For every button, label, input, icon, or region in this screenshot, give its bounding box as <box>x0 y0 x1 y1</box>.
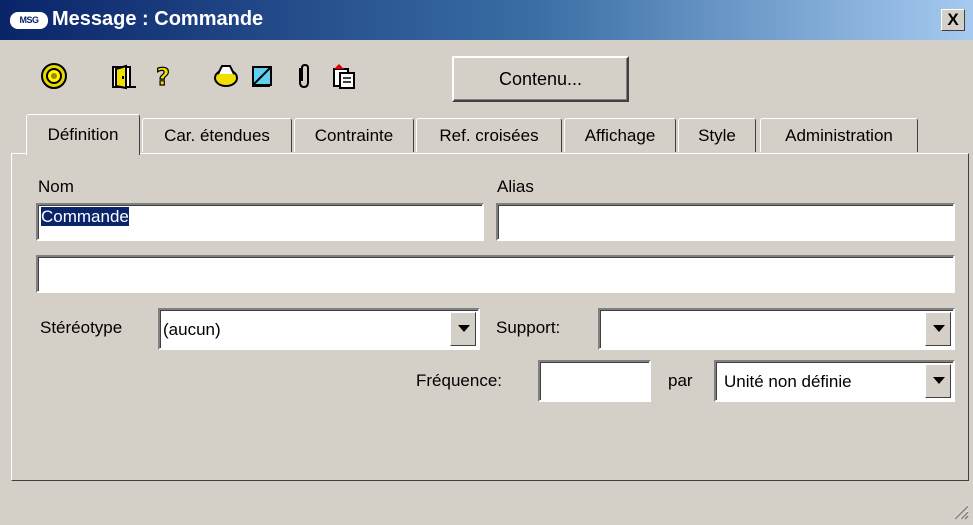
description-field[interactable] <box>36 255 955 293</box>
notes-icon[interactable] <box>248 62 276 90</box>
chevron-down-icon[interactable] <box>450 312 476 346</box>
chevron-down-icon[interactable] <box>925 312 951 346</box>
frequence-field[interactable] <box>538 360 651 402</box>
svg-text:?: ? <box>156 63 170 90</box>
tab-administration[interactable]: Administration <box>760 118 918 152</box>
tab-contrainte[interactable]: Contrainte <box>294 118 414 152</box>
resize-grip-icon[interactable] <box>951 502 969 520</box>
tab-ref-croisees[interactable]: Ref. croisées <box>416 118 562 152</box>
title-bar: MSG Message : Commande X <box>0 0 973 40</box>
tab-definition[interactable]: Définition <box>26 114 140 155</box>
window-title: Message : Commande <box>52 8 264 30</box>
stereotype-value: (aucun) <box>163 320 221 339</box>
dependencies-icon[interactable] <box>212 62 240 90</box>
nom-field[interactable]: Commande <box>36 203 484 241</box>
tab-affichage[interactable]: Affichage <box>564 118 676 152</box>
unite-combo[interactable]: Unité non définie <box>714 360 955 402</box>
nom-label: Nom <box>38 177 74 196</box>
chevron-down-icon[interactable] <box>925 364 951 398</box>
par-label: par <box>668 371 693 390</box>
contenu-button[interactable]: Contenu... <box>452 56 629 102</box>
tab-style[interactable]: Style <box>678 118 756 152</box>
copy-icon[interactable] <box>330 62 358 90</box>
tab-car-etendues[interactable]: Car. étendues <box>142 118 292 152</box>
alias-label: Alias <box>497 177 534 196</box>
nom-value: Commande <box>41 207 129 226</box>
door-icon[interactable] <box>110 62 138 90</box>
frequence-label: Fréquence: <box>416 371 502 390</box>
unite-value: Unité non définie <box>724 372 852 391</box>
attachment-icon[interactable] <box>290 62 318 90</box>
support-combo[interactable] <box>598 308 955 350</box>
message-app-icon: MSG <box>10 12 48 29</box>
alias-field[interactable] <box>496 203 955 241</box>
help-icon[interactable]: ? <box>150 62 178 91</box>
properties-icon[interactable] <box>40 62 68 90</box>
support-label: Support: <box>496 318 561 337</box>
stereotype-combo[interactable]: (aucun) <box>158 308 480 350</box>
close-button[interactable]: X <box>941 9 965 31</box>
stereotype-label: Stéréotype <box>40 318 123 337</box>
